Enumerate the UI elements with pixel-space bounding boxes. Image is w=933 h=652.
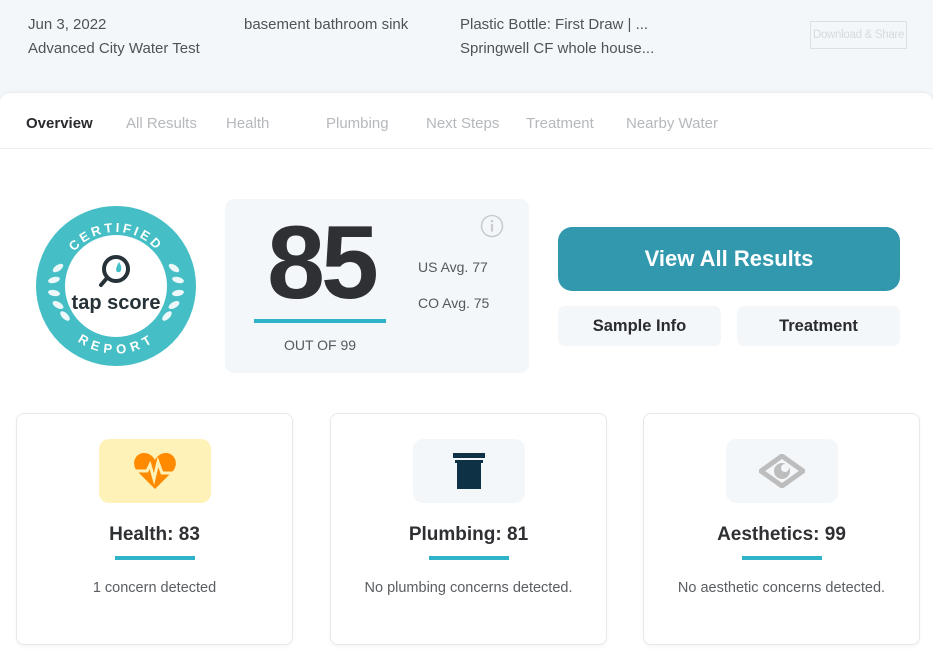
report-date: Jun 3, 2022 (28, 16, 107, 33)
score-out-of: OUT OF 99 (283, 337, 357, 353)
treatment-system: Springwell CF whole house... (460, 40, 655, 57)
health-score: Health: 83 (109, 524, 200, 545)
tab-bar: Overview All Results Health Plumbing Nex… (0, 93, 933, 149)
aesthetics-score: Aesthetics: 99 (717, 524, 846, 545)
certified-report-badge: CERTIFIED REPORT tap score (35, 206, 197, 366)
tab-next-steps[interactable]: Next Steps (426, 115, 499, 132)
info-icon[interactable] (480, 214, 504, 238)
plumbing-score: Plumbing: 81 (408, 524, 529, 545)
score-underline (254, 319, 386, 323)
tab-all-results[interactable]: All Results (126, 115, 197, 132)
download-share-button[interactable]: Download & Share (810, 21, 907, 49)
tab-treatment[interactable]: Treatment (526, 115, 594, 132)
plumbing-underline (429, 556, 509, 560)
report-header: Jun 3, 2022 Advanced City Water Test bas… (0, 0, 933, 94)
aesthetics-summary: No aesthetic concerns detected. (677, 580, 886, 596)
tab-plumbing[interactable]: Plumbing (326, 115, 389, 132)
aesthetics-card[interactable]: Aesthetics: 99 No aesthetic concerns det… (643, 413, 920, 645)
health-card[interactable]: Health: 83 1 concern detected (16, 413, 293, 645)
health-summary: 1 concern detected (92, 580, 217, 596)
health-icon-box (99, 439, 211, 503)
co-average: CO Avg. 75 (418, 295, 490, 311)
location-column: basement bathroom sink (244, 13, 408, 37)
sample-info-button[interactable]: Sample Info (558, 306, 721, 346)
report-main: Overview All Results Health Plumbing Nex… (0, 93, 933, 652)
tab-nearby-water[interactable]: Nearby Water (626, 115, 718, 132)
report-meta-column: Jun 3, 2022 Advanced City Water Test (28, 13, 200, 61)
sample-location: basement bathroom sink (244, 16, 409, 33)
aesthetics-underline (742, 556, 822, 560)
us-average: US Avg. 77 (418, 259, 488, 275)
aesthetics-icon-box (726, 439, 838, 503)
view-all-results-button[interactable]: View All Results (558, 227, 900, 291)
heart-pulse-icon (134, 453, 176, 489)
test-name: Advanced City Water Test (28, 40, 200, 57)
tab-health[interactable]: Health (226, 115, 269, 132)
sample-column: Plastic Bottle: First Draw | ... Springw… (460, 13, 654, 61)
health-underline (115, 556, 195, 560)
overall-score: 85 (267, 205, 379, 321)
plumbing-card[interactable]: Plumbing: 81 No plumbing concerns detect… (330, 413, 607, 645)
plumbing-icon-box (413, 439, 525, 503)
plumbing-summary: No plumbing concerns detected. (364, 580, 573, 596)
score-card: 85 OUT OF 99 US Avg. 77 CO Avg. 75 (225, 199, 529, 373)
eye-icon (759, 454, 805, 488)
sample-type: Plastic Bottle: First Draw | ... (460, 16, 649, 33)
treatment-button[interactable]: Treatment (737, 306, 900, 346)
pipe-icon (453, 453, 485, 489)
tab-overview[interactable]: Overview (26, 115, 93, 132)
badge-seal-icon: CERTIFIED REPORT tap score (36, 206, 196, 366)
badge-brand: tap score (72, 292, 161, 314)
